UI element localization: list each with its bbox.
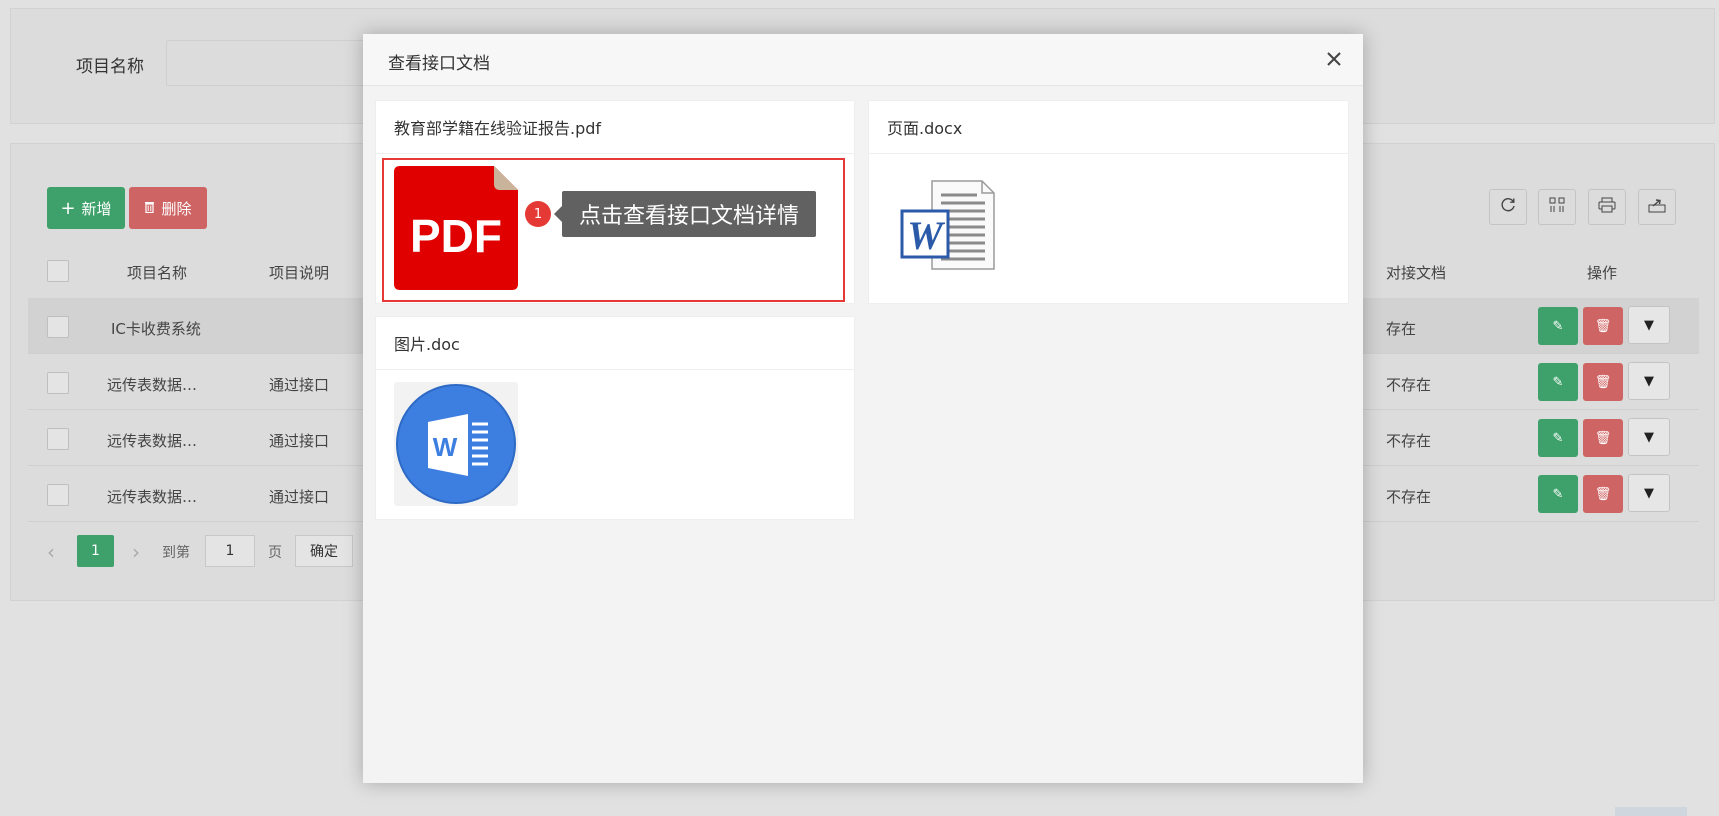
tooltip-arrow xyxy=(554,206,562,222)
row-doc-status: 不存在 xyxy=(1386,432,1432,450)
caret-down-icon: ▼ xyxy=(1644,373,1654,389)
row-delete-button[interactable]: 🗑 xyxy=(1583,475,1623,513)
more-dropdown-button[interactable]: ▼ xyxy=(1628,362,1670,400)
pencil-icon: ✎ xyxy=(1552,374,1564,390)
select-all-checkbox[interactable] xyxy=(47,260,69,282)
row-checkbox[interactable] xyxy=(47,316,69,338)
header-project-desc: 项目说明 xyxy=(269,264,330,282)
edit-button[interactable]: ✎ xyxy=(1538,419,1578,457)
plus-icon: + xyxy=(60,197,76,219)
edit-button[interactable]: ✎ xyxy=(1538,307,1578,345)
modal-header: 查看接口文档 xyxy=(363,34,1363,86)
guide-tooltip: 点击查看接口文档详情 xyxy=(562,191,816,237)
pencil-icon: ✎ xyxy=(1552,318,1564,334)
export-icon xyxy=(1648,197,1666,217)
caret-down-icon: ▼ xyxy=(1644,429,1654,445)
doc-modal: 查看接口文档 教育部学籍在线验证报告.pdf PDF 页面.docx W 图片.… xyxy=(363,34,1363,783)
caret-down-icon: ▼ xyxy=(1644,317,1654,333)
row-project-name: 远传表数据… xyxy=(107,432,198,450)
row-doc-status: 存在 xyxy=(1386,320,1417,338)
header-ops: 操作 xyxy=(1587,264,1618,282)
card-divider xyxy=(376,369,854,370)
row-checkbox[interactable] xyxy=(47,428,69,450)
pencil-icon: ✎ xyxy=(1552,430,1564,446)
row-checkbox[interactable] xyxy=(47,484,69,506)
close-icon[interactable] xyxy=(1321,46,1347,72)
goto-confirm-button[interactable]: 确定 xyxy=(295,535,353,567)
file-card-doc: 图片.doc W xyxy=(375,316,855,520)
row-delete-button[interactable]: 🗑 xyxy=(1583,363,1623,401)
search-label: 项目名称 xyxy=(76,57,144,77)
delete-button-label: 删除 xyxy=(161,199,192,218)
row-project-name: 远传表数据… xyxy=(107,376,198,394)
print-icon xyxy=(1598,197,1616,217)
refresh-button[interactable] xyxy=(1489,189,1527,225)
edit-button[interactable]: ✎ xyxy=(1538,363,1578,401)
row-project-name: IC卡收费系统 xyxy=(111,320,201,338)
prev-page-icon[interactable]: ‹ xyxy=(47,540,55,564)
pencil-icon: ✎ xyxy=(1552,486,1564,502)
trash-icon: 🗑 xyxy=(1594,430,1612,446)
refresh-icon xyxy=(1499,196,1517,218)
delete-button[interactable]: 删除 xyxy=(129,187,207,229)
row-delete-button[interactable]: 🗑 xyxy=(1583,307,1623,345)
columns-button[interactable] xyxy=(1538,189,1576,225)
row-doc-status: 不存在 xyxy=(1386,488,1432,506)
step-badge: 1 xyxy=(525,201,551,227)
row-project-desc: 通过接口 xyxy=(269,432,330,450)
file-name: 教育部学籍在线验证报告.pdf xyxy=(394,119,602,138)
file-name: 页面.docx xyxy=(887,119,963,138)
page-unit-label: 页 xyxy=(268,545,282,561)
word-icon-text: W xyxy=(907,213,945,258)
edit-button[interactable]: ✎ xyxy=(1538,475,1578,513)
row-doc-status: 不存在 xyxy=(1386,376,1432,394)
next-page-icon[interactable]: › xyxy=(132,540,140,564)
columns-icon xyxy=(1549,197,1565,217)
corner-fragment xyxy=(1615,807,1687,816)
export-button[interactable] xyxy=(1638,189,1676,225)
more-dropdown-button[interactable]: ▼ xyxy=(1628,474,1670,512)
add-button[interactable]: + 新增 xyxy=(47,187,125,229)
card-divider xyxy=(869,153,1348,154)
header-doc: 对接文档 xyxy=(1386,264,1447,282)
goto-page-input[interactable]: 1 xyxy=(205,535,255,567)
file-name: 图片.doc xyxy=(394,335,460,354)
row-project-name: 远传表数据… xyxy=(107,488,198,506)
row-project-desc: 通过接口 xyxy=(269,376,330,394)
row-project-desc: 通过接口 xyxy=(269,488,330,506)
modal-title: 查看接口文档 xyxy=(388,54,490,74)
project-name-input[interactable] xyxy=(166,40,386,86)
trash-icon: 🗑 xyxy=(1594,374,1612,390)
row-checkbox[interactable] xyxy=(47,372,69,394)
card-divider xyxy=(376,153,854,154)
current-page-button[interactable]: 1 xyxy=(77,535,114,567)
add-button-label: 新增 xyxy=(81,199,112,218)
word-document-icon[interactable]: W xyxy=(899,173,999,273)
print-button[interactable] xyxy=(1588,189,1626,225)
goto-label: 到第 xyxy=(162,545,190,561)
caret-down-icon: ▼ xyxy=(1644,485,1654,501)
more-dropdown-button[interactable]: ▼ xyxy=(1628,418,1670,456)
trash-icon: 🗑 xyxy=(1594,318,1612,334)
row-delete-button[interactable]: 🗑 xyxy=(1583,419,1623,457)
file-card-docx: 页面.docx W xyxy=(868,100,1349,304)
header-project-name: 项目名称 xyxy=(127,264,188,282)
word-app-icon-text: W xyxy=(433,432,458,462)
trash-icon xyxy=(144,199,155,217)
more-dropdown-button[interactable]: ▼ xyxy=(1628,306,1670,344)
trash-icon: 🗑 xyxy=(1594,486,1612,502)
word-app-icon[interactable]: W xyxy=(394,382,518,506)
